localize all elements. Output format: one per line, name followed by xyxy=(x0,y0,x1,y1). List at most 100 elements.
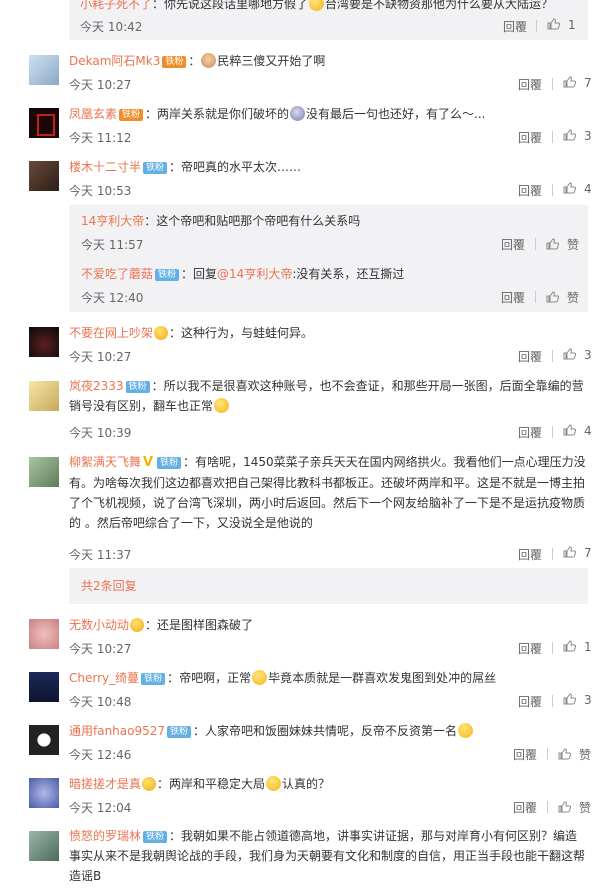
divider xyxy=(536,20,537,32)
comment-text: 通用fanhao9527 铁粉 ：人家帝吧和饭圈妹妹共情呢，反帝不反资第一名 xyxy=(69,722,474,740)
sub-reply-text: 不爱吃了蘑菇 铁粉 ：回复@14亨利大帝:没有关系，还互撕过 xyxy=(81,267,405,281)
timestamp: 今天 10:27 xyxy=(69,642,132,656)
like-button[interactable]: 赞 xyxy=(558,799,591,816)
username-link[interactable]: 通用fanhao9527 xyxy=(69,724,165,738)
comment-text: 暗搓搓才是真 ：两岸和平稳定大局 认真的？ xyxy=(69,776,331,791)
fan-badge-icon xyxy=(130,618,145,632)
reply-button[interactable]: 回覆 xyxy=(513,799,537,816)
sub-reply-text: 14亨利大帝：这个帝吧和贴吧那个帝吧有什么关系吗 xyxy=(81,214,361,228)
like-button[interactable]: 3 xyxy=(563,348,592,362)
avatar[interactable] xyxy=(29,672,59,702)
reply-button[interactable]: 回覆 xyxy=(518,76,542,93)
fan-badge: 铁粉 xyxy=(143,162,168,174)
thumbs-up-icon xyxy=(563,693,576,705)
like-button[interactable]: 3 xyxy=(563,693,592,707)
like-button[interactable]: 赞 xyxy=(546,236,579,253)
reply-button[interactable]: 回覆 xyxy=(518,424,542,441)
reply-button[interactable]: 回覆 xyxy=(503,18,527,35)
avatar[interactable] xyxy=(29,778,59,808)
avatar[interactable] xyxy=(29,831,59,861)
comment-text: 岚夜2333 铁粉 ：所以我不是很喜欢这种账号，也不会查证，和那些开局一张图，后面全… xyxy=(69,379,584,413)
username-link[interactable]: Dekam阿石Mk3 xyxy=(69,54,160,68)
mention-link[interactable]: @14亨利大帝 xyxy=(217,267,292,281)
username-link[interactable]: 愤怒的罗瑞林 xyxy=(69,829,141,843)
avatar[interactable] xyxy=(29,619,59,649)
avatar[interactable] xyxy=(29,161,59,191)
like-button[interactable]: 赞 xyxy=(546,289,579,306)
fan-badge: 铁粉 xyxy=(143,831,168,843)
thumbs-up-icon xyxy=(563,424,576,436)
more-replies-box[interactable] xyxy=(69,568,588,604)
divider xyxy=(552,642,553,654)
username-link[interactable]: 无数小动动 xyxy=(69,618,129,632)
username-link[interactable]: 楼木十二寸半 xyxy=(69,160,141,174)
more-replies-link[interactable]: 共2条回复 xyxy=(81,577,137,595)
username-link[interactable]: 14亨利大帝 xyxy=(81,214,144,228)
reply-button[interactable]: 回覆 xyxy=(513,746,537,763)
divider xyxy=(552,78,553,90)
username-link[interactable]: 岚夜2333 xyxy=(69,379,124,393)
comment-text: 小耗子死不了：你先说这段话里哪地方假了 台湾要是不缺物资那他为什么要从大陆运？ xyxy=(80,0,553,13)
comment-text: Dekam阿石Mk3 铁粉：民粹三傻又开始了啊 xyxy=(69,53,326,68)
like-button[interactable]: 4 xyxy=(563,182,592,196)
like-button[interactable]: 1 xyxy=(547,18,576,32)
smile-emoji-icon xyxy=(458,723,474,738)
reply-button[interactable]: 回覆 xyxy=(501,289,525,306)
timestamp: 今天 12:40 xyxy=(81,291,144,305)
thumbs-up-icon xyxy=(546,291,559,303)
reply-button[interactable]: 回覆 xyxy=(518,182,542,199)
comment-text: Cherry_绮蔓 铁粉 ：帝吧啊，正常 毕竟本质就是一群喜欢发鬼图到处冲的屌丝 xyxy=(69,670,497,685)
comment-text: 柳絮满天飞舞 V 铁粉 ：有啥呢，1450菜菜子亲兵天天在国内网络拱火。我看他们一点心… xyxy=(69,455,586,530)
username-link[interactable]: 不爱吃了蘑菇 xyxy=(81,267,153,281)
divider xyxy=(552,350,553,362)
reply-button[interactable]: 回覆 xyxy=(518,640,542,657)
avatar[interactable] xyxy=(29,457,59,487)
like-button[interactable]: 4 xyxy=(563,424,592,438)
timestamp: 今天 11:57 xyxy=(81,238,144,252)
avatar[interactable] xyxy=(29,327,59,357)
avatar[interactable] xyxy=(29,725,59,755)
timestamp: 今天 11:37 xyxy=(69,548,132,562)
comment-text: 凤凰玄素 铁粉 ：两岸关系就是你们破坏的 没有最后一句也还好，有了么～... xyxy=(69,106,486,121)
smile-emoji-icon xyxy=(214,398,230,413)
divider xyxy=(552,695,553,707)
timestamp: 今天 11:12 xyxy=(69,131,132,145)
reply-button[interactable]: 回覆 xyxy=(518,546,542,563)
timestamp: 今天 10:42 xyxy=(80,20,143,34)
timestamp: 今天 10:27 xyxy=(69,350,132,364)
username-link[interactable]: 凤凰玄素 xyxy=(69,107,117,121)
username-link[interactable]: 柳絮满天飞舞 xyxy=(69,455,141,469)
reply-button[interactable]: 回覆 xyxy=(501,236,525,253)
timestamp: 今天 10:48 xyxy=(69,695,132,709)
divider xyxy=(552,548,553,560)
like-button[interactable]: 7 xyxy=(563,76,592,90)
fan-badge: 铁粉 xyxy=(119,109,144,121)
fan-badge-icon xyxy=(154,326,169,340)
like-button[interactable]: 7 xyxy=(563,546,592,560)
username-link[interactable]: 暗搓搓才是真 xyxy=(69,777,141,791)
thumbs-up-icon xyxy=(563,129,576,141)
thumbs-up-icon xyxy=(563,76,576,88)
avatar[interactable] xyxy=(29,108,59,138)
reply-button[interactable]: 回覆 xyxy=(518,129,542,146)
thumbs-up-icon xyxy=(546,238,559,250)
reply-button[interactable]: 回覆 xyxy=(518,693,542,710)
fan-badge: 铁粉 xyxy=(162,56,187,68)
comment-text: 无数小动动 ：还是图样图森破了 xyxy=(69,618,254,632)
like-button[interactable]: 3 xyxy=(563,129,592,143)
username-link[interactable]: 不要在网上吵架 xyxy=(69,326,153,340)
avatar[interactable] xyxy=(29,55,59,85)
fan-badge: 铁粉 xyxy=(141,673,166,685)
reply-button[interactable]: 回覆 xyxy=(518,348,542,365)
divider xyxy=(552,131,553,143)
like-button[interactable]: 赞 xyxy=(558,746,591,763)
timestamp: 今天 12:04 xyxy=(69,801,132,815)
avatar[interactable] xyxy=(29,381,59,411)
username-link[interactable]: Cherry_绮蔓 xyxy=(69,671,139,685)
comment-text: 楼木十二寸半 铁粉 ：帝吧真的水平太次…… xyxy=(69,160,302,174)
divider xyxy=(552,184,553,196)
smile-emoji-icon xyxy=(266,776,282,791)
username-link[interactable]: 小耗子死不了 xyxy=(80,0,152,11)
thumbs-up-icon xyxy=(563,182,576,194)
like-button[interactable]: 1 xyxy=(563,640,592,654)
